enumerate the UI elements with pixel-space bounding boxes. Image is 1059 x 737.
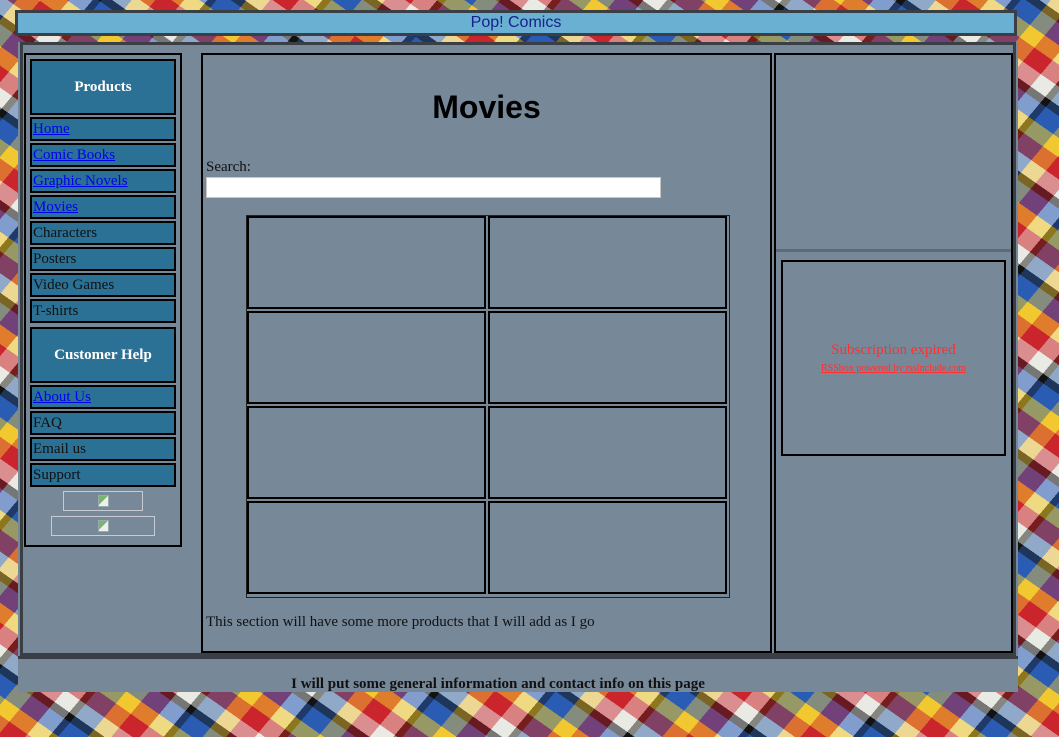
sidebar-item-label: Support: [33, 467, 81, 483]
sidebar-item-label: Characters: [33, 225, 98, 241]
sidebar-item-email-us[interactable]: Email us: [30, 437, 176, 461]
products-heading: Products: [30, 59, 176, 115]
product-cell: [247, 216, 486, 309]
right-divider: [776, 249, 1011, 252]
customer-help-heading-label: Customer Help: [54, 346, 152, 363]
product-cell: [247, 311, 486, 404]
product-cell: [247, 406, 486, 499]
site-header: Pop! Comics: [15, 10, 1017, 36]
sidebar-item-label[interactable]: Movies: [33, 199, 78, 215]
rss-credit-link[interactable]: RSSbox powered by rssinclude.com: [821, 363, 966, 374]
sidebar-item-label: Email us: [33, 441, 86, 457]
sidebar-item-label: Posters: [33, 251, 77, 267]
broken-image-icon: [97, 520, 109, 532]
sidebar-image-2: [51, 516, 155, 536]
search-label: Search:: [206, 159, 251, 175]
page-frame: Products Home Comic Books Graphic Novels Mo…: [18, 42, 1018, 692]
sidebar-item-movies[interactable]: Movies: [30, 195, 176, 219]
product-cell: [488, 311, 727, 404]
sidebar-item-t-shirts[interactable]: T-shirts: [30, 299, 176, 323]
sidebar-item-label: T-shirts: [33, 303, 79, 319]
sidebar-item-label[interactable]: Graphic Novels: [33, 173, 128, 189]
products-note: This section will have some more product…: [206, 614, 595, 630]
sidebar-item-characters[interactable]: Characters: [30, 221, 176, 245]
sidebar: Products Home Comic Books Graphic Novels Mo…: [24, 53, 182, 547]
sidebar-item-label[interactable]: Comic Books: [33, 147, 115, 163]
products-heading-label: Products: [74, 78, 132, 95]
sidebar-item-faq[interactable]: FAQ: [30, 411, 176, 435]
sidebar-item-graphic-novels[interactable]: Graphic Novels: [30, 169, 176, 193]
main-content: Movies Search: This section will have so…: [201, 53, 772, 653]
footer-divider: [18, 656, 1018, 659]
product-cell: [488, 216, 727, 309]
right-column: Subscription expired RSSbox powered by r…: [774, 53, 1013, 653]
sidebar-item-posters[interactable]: Posters: [30, 247, 176, 271]
sidebar-item-label[interactable]: About Us: [33, 389, 91, 405]
product-cell: [488, 406, 727, 499]
rss-box: Subscription expired RSSbox powered by r…: [781, 260, 1006, 456]
sidebar-item-comic-books[interactable]: Comic Books: [30, 143, 176, 167]
search-input[interactable]: [206, 177, 661, 198]
sidebar-item-about-us[interactable]: About Us: [30, 385, 176, 409]
site-title: Pop! Comics: [470, 14, 562, 31]
sidebar-item-label: Video Games: [33, 277, 115, 293]
sidebar-item-home[interactable]: Home: [30, 117, 176, 141]
product-cell: [247, 501, 486, 594]
broken-image-icon: [97, 495, 109, 507]
page-title: Movies: [432, 89, 541, 125]
product-grid: [246, 215, 730, 598]
footer-text: I will put some general information and …: [291, 676, 705, 692]
sidebar-item-support[interactable]: Support: [30, 463, 176, 487]
sidebar-image-1: [63, 491, 143, 511]
sidebar-item-label: FAQ: [33, 415, 62, 431]
sidebar-item-label[interactable]: Home: [33, 121, 70, 137]
product-cell: [488, 501, 727, 594]
customer-help-heading: Customer Help: [30, 327, 176, 383]
rss-status-message: Subscription expired: [831, 342, 956, 358]
sidebar-item-video-games[interactable]: Video Games: [30, 273, 176, 297]
